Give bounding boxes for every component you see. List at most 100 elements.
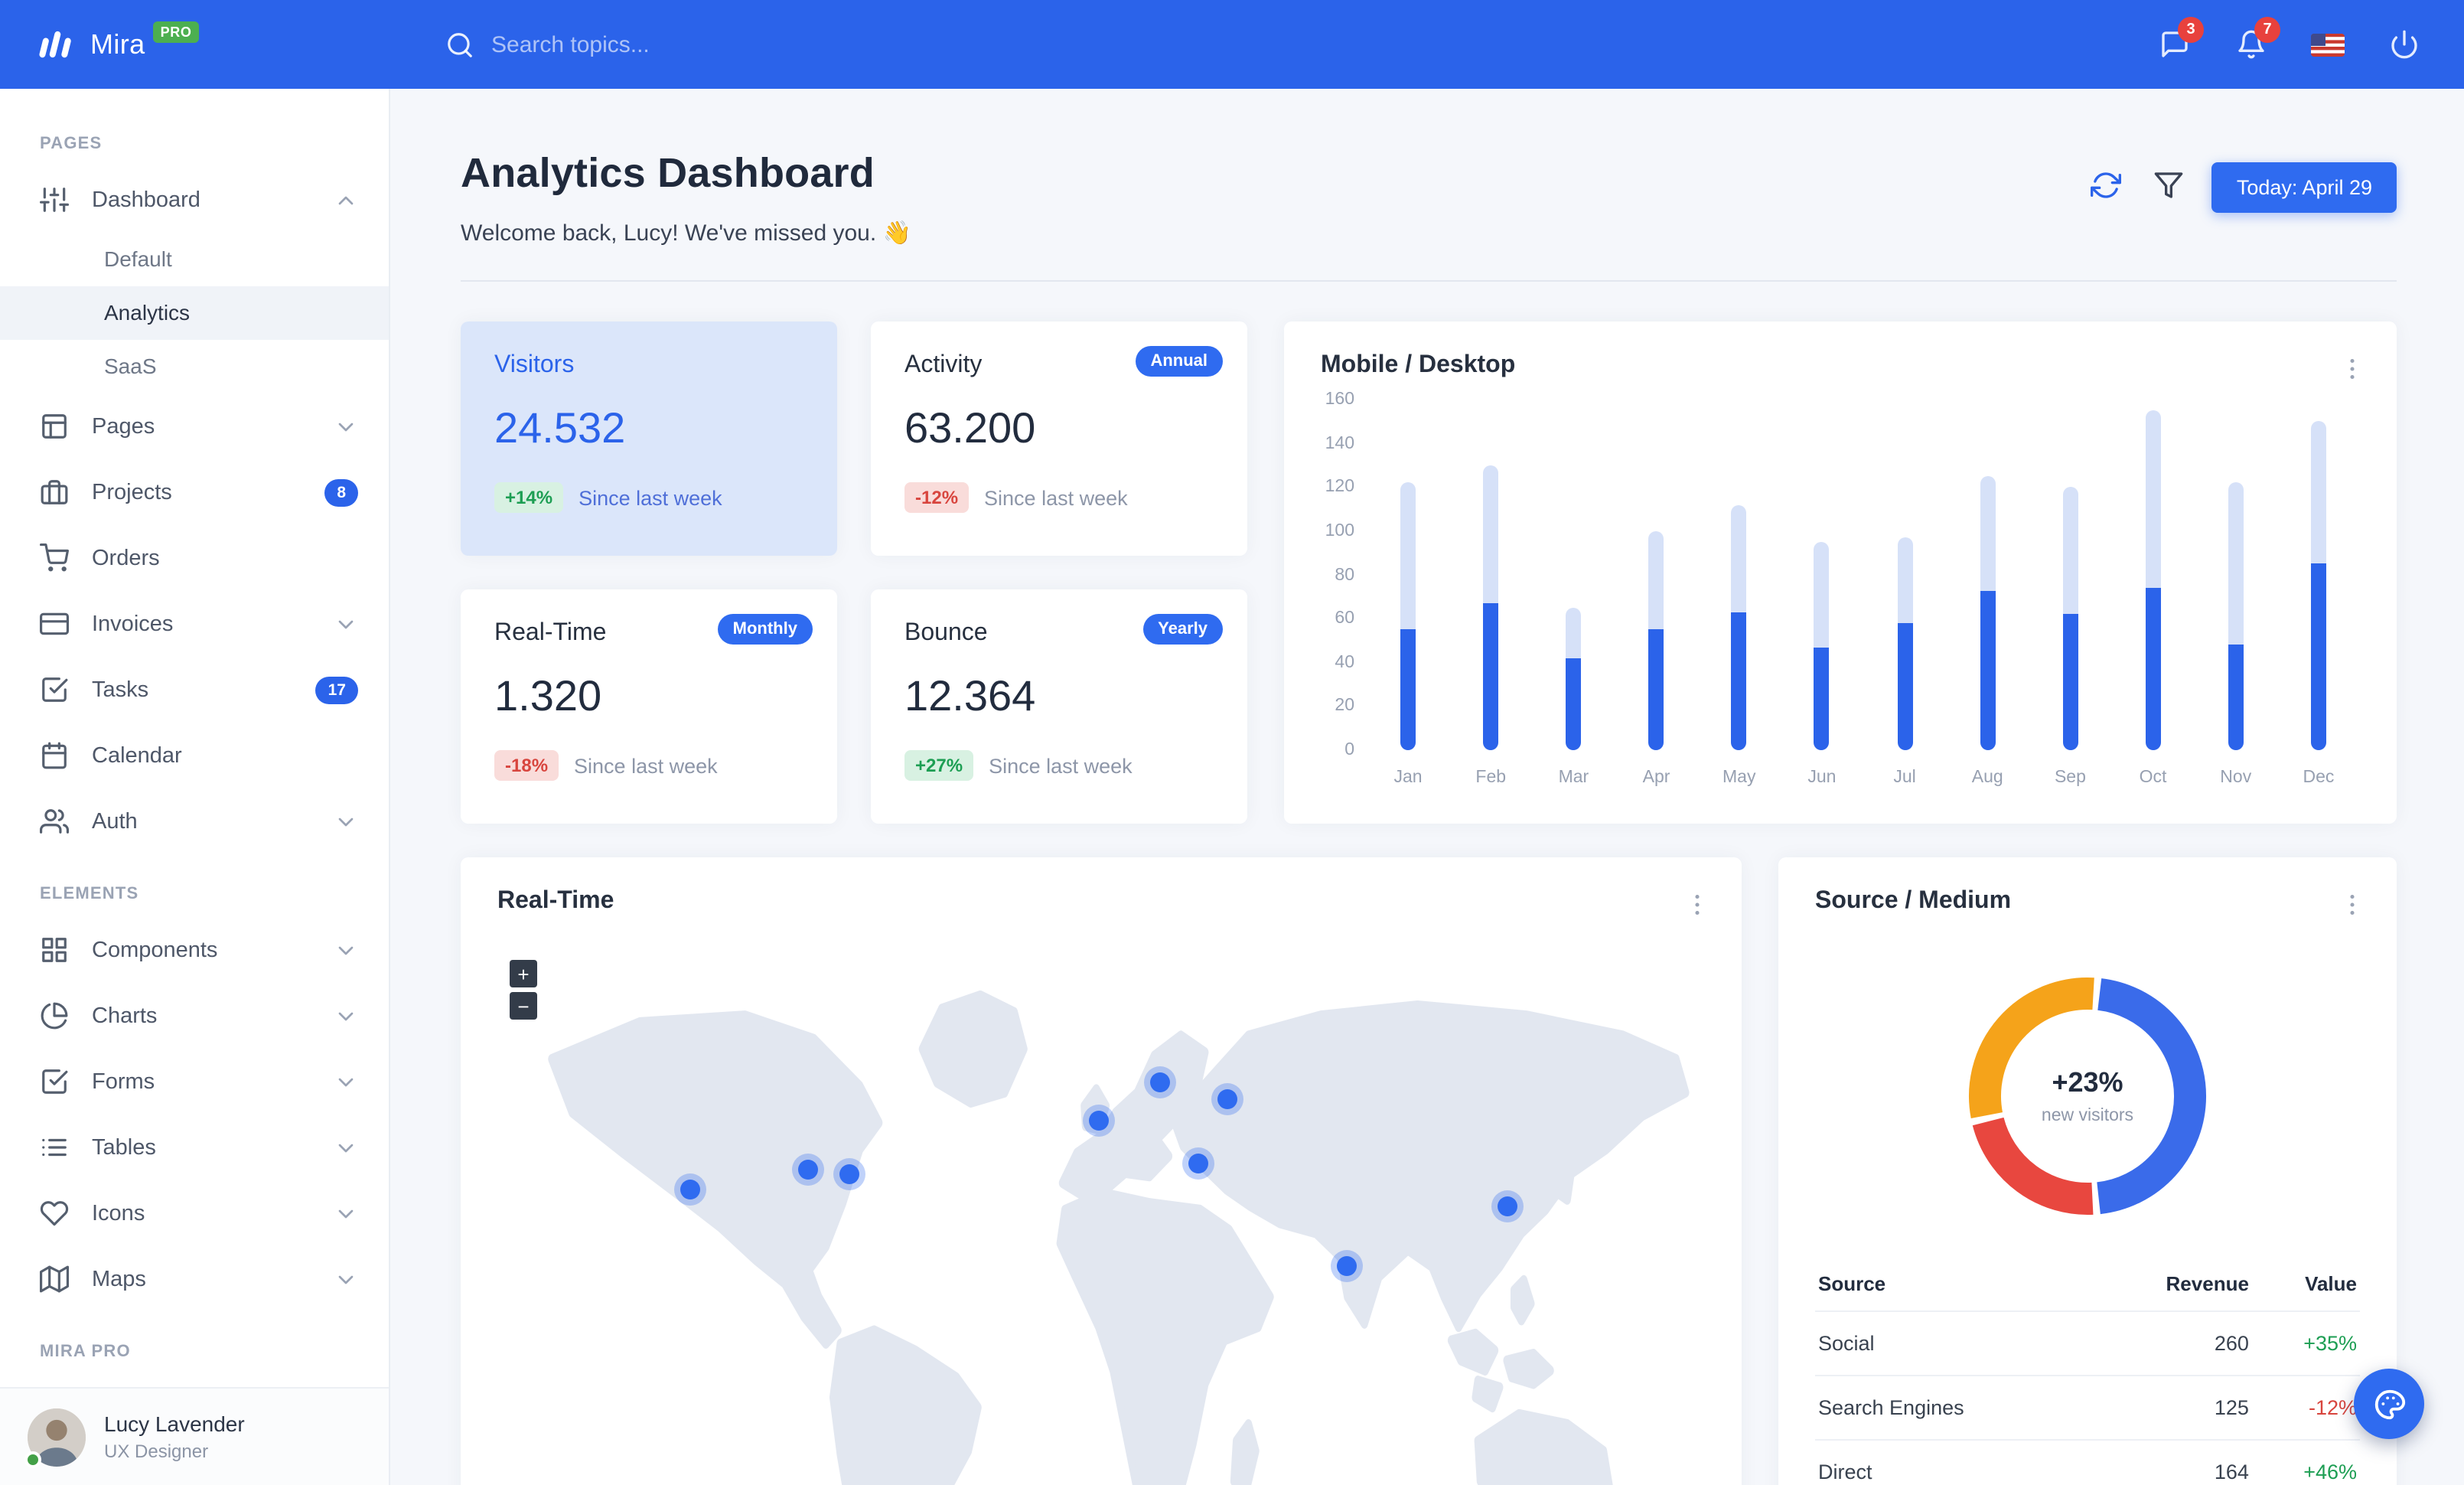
chevron-down-icon [334,809,358,834]
source-value: +46% [2251,1440,2360,1485]
bar-group-apr[interactable]: Apr [1626,400,1687,787]
card-menu-button[interactable] [2335,352,2369,390]
sidebar-item-invoices[interactable]: Invoices [0,591,389,657]
sidebar-item-pages[interactable]: Pages [0,393,389,459]
stat-value: 12.364 [904,672,1036,720]
map-marker-northern-europe[interactable] [1150,1072,1171,1093]
bar-group-jul[interactable]: Jul [1874,400,1935,787]
stat-period-badge[interactable]: Monthly [717,614,813,645]
global-search [445,30,859,59]
bar-group-mar[interactable]: Mar [1543,400,1604,787]
stat-period-badge[interactable]: Yearly [1142,614,1223,645]
source-revenue: 164 [2090,1440,2252,1485]
sidebar-item-maps[interactable]: Maps [0,1246,389,1312]
refresh-button[interactable] [2087,165,2127,210]
map-zoom-out-button[interactable]: − [510,992,537,1020]
bar-group-jun[interactable]: Jun [1791,400,1853,787]
header-actions: Today: April 29 [2087,162,2397,213]
sidebar-subitem-analytics[interactable]: Analytics [0,286,389,340]
bar-desktop-segment [1814,542,1830,648]
sidebar-subitem-saas[interactable]: SaaS [0,340,389,393]
sidebar-item-components[interactable]: Components [0,917,389,983]
sidebar-item-orders[interactable]: Orders [0,525,389,591]
chevron-down-icon [334,612,358,636]
notifications-button[interactable]: 7 [2219,12,2283,77]
y-axis-tick: 140 [1325,434,1354,453]
source-medium-card: Source / Medium +23% new visitors Source… [1778,857,2397,1485]
map-marker-western-europe[interactable] [1088,1111,1109,1131]
sidebar-item-auth[interactable]: Auth [0,788,389,854]
us-flag-icon [2311,33,2345,56]
donut-segment-social[interactable] [2096,978,2206,1215]
shopping-cart-icon [40,543,69,573]
card-menu-button[interactable] [2335,888,2369,926]
bar-mobile-segment [1566,658,1582,750]
sidebar-item-label: Orders [92,546,160,570]
stat-period-badge[interactable]: Annual [1135,346,1223,377]
pro-badge: PRO [152,21,200,43]
world-map[interactable]: + − [497,938,1705,1485]
x-axis-label: Aug [1971,769,2003,787]
brand[interactable]: Mira PRO [0,21,390,66]
sidebar-item-charts[interactable]: Charts [0,983,389,1049]
x-axis-label: May [1723,769,1756,787]
y-axis-tick: 0 [1344,741,1354,759]
sidebar-item-projects[interactable]: Projects 8 [0,459,389,525]
sidebar-item-dashboard[interactable]: Dashboard [0,167,389,233]
x-axis-label: Dec [2303,769,2335,787]
stat-change-badge: +27% [904,750,974,781]
sidebar-item-label: Forms [92,1069,155,1094]
messages-button[interactable]: 3 [2143,12,2207,77]
page-header: Analytics Dashboard Welcome back, Lucy! … [461,150,2397,246]
source-row-direct[interactable]: Direct 164 +46% [1815,1440,2360,1485]
bar-group-feb[interactable]: Feb [1460,400,1521,787]
sidebar-item-calendar[interactable]: Calendar [0,723,389,788]
bar-desktop-segment [1980,476,1996,591]
date-range-button[interactable]: Today: April 29 [2211,162,2397,213]
card-menu-button[interactable] [1680,888,1714,926]
map-marker-us-west[interactable] [680,1180,701,1200]
bar-mobile-segment [1897,623,1913,750]
donut-chart-svg [1969,977,2206,1215]
donut-segment-direct[interactable] [1969,977,2094,1118]
bar-desktop-segment [1897,537,1913,623]
bar-group-jan[interactable]: Jan [1377,400,1439,787]
x-axis-label: Jun [1807,769,1837,787]
source-row-social[interactable]: Social 260 +35% [1815,1311,2360,1376]
bar-group-aug[interactable]: Aug [1957,400,2018,787]
language-flag-button[interactable] [2296,12,2360,77]
bar-group-may[interactable]: May [1709,400,1770,787]
header-divider [461,280,2397,282]
search-input[interactable] [491,31,859,57]
brand-name: Mira [90,28,145,59]
bar-group-oct[interactable]: Oct [2123,400,2184,787]
sidebar-item-tasks[interactable]: Tasks 17 [0,657,389,723]
sidebar-subitem-default[interactable]: Default [0,233,389,286]
sidebar-item-forms[interactable]: Forms [0,1049,389,1115]
sidebar-item-tables[interactable]: Tables [0,1115,389,1180]
bar-chart-y-axis: 0 20 40 60 80 100 120 140 160 [1321,390,1367,759]
map-marker-india[interactable] [1337,1256,1357,1277]
sidebar-user[interactable]: Lucy Lavender UX Designer [0,1387,389,1485]
world-map-svg [548,990,1690,1485]
card-title: Source / Medium [1815,888,2012,914]
theme-settings-fab[interactable] [2354,1369,2424,1439]
sidebar-item-icons[interactable]: Icons [0,1180,389,1246]
filter-button[interactable] [2149,165,2189,210]
donut-segment-search-engines[interactable] [1972,1117,2094,1215]
map-zoom-in-button[interactable]: + [510,960,537,987]
stats-grid: Visitors 24.532 +14% Since last week Activit… [461,321,1247,824]
map-marker-southeast-europe[interactable] [1188,1153,1209,1173]
source-row-search-engines[interactable]: Search Engines 125 -12% [1815,1376,2360,1441]
bar-group-nov[interactable]: Nov [2205,400,2267,787]
sidebar-count-badge: 8 [324,478,358,506]
dashboard-row-2: Real-Time + − Source / Medium +23% new v… [461,857,2397,1485]
bar-group-dec[interactable]: Dec [2288,400,2349,787]
bar-group-sep[interactable]: Sep [2039,400,2101,787]
logout-button[interactable] [2372,12,2436,77]
mobile-desktop-card: Mobile / Desktop 0 20 40 60 80 100 120 140 160 J… [1284,321,2397,824]
map-marker-china[interactable] [1497,1196,1517,1217]
map-marker-us-central[interactable] [797,1159,818,1180]
map-marker-us-east[interactable] [839,1164,860,1185]
map-marker-russia[interactable] [1217,1089,1237,1110]
